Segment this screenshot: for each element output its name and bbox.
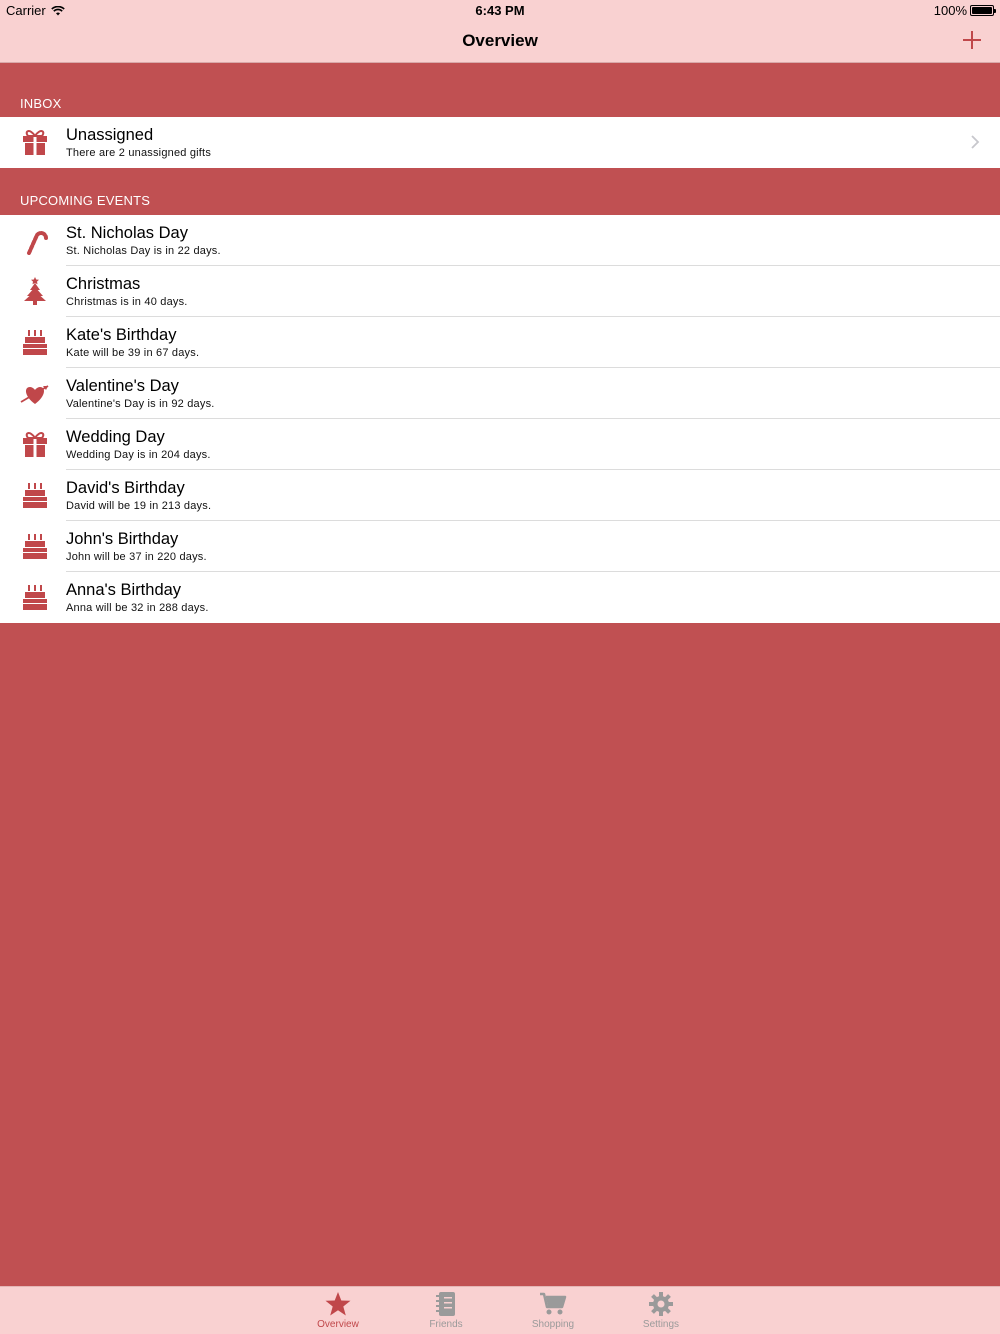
address-book-icon	[436, 1292, 455, 1316]
chevron-right-icon	[971, 135, 980, 149]
status-time: 6:43 PM	[475, 3, 525, 18]
list-item[interactable]: Anna's Birthday Anna will be 32 in 288 d…	[0, 572, 1000, 623]
list-item[interactable]: Wedding Day Wedding Day is in 204 days.	[0, 419, 1000, 470]
row-title: John's Birthday	[66, 530, 179, 548]
row-subtitle: Kate will be 39 in 67 days.	[66, 347, 200, 359]
battery-icon	[970, 5, 996, 16]
row-title: Anna's Birthday	[66, 581, 182, 599]
birthday-cake-icon	[23, 534, 47, 559]
gift-icon	[23, 432, 47, 457]
christmas-tree-icon	[24, 277, 46, 305]
tab-friends[interactable]: Friends	[406, 1291, 486, 1333]
row-title: Unassigned	[66, 126, 154, 144]
row-subtitle: Valentine's Day is in 92 days.	[66, 398, 215, 410]
tab-label: Settings	[642, 1319, 680, 1330]
list-item[interactable]: John's Birthday John will be 37 in 220 d…	[0, 521, 1000, 572]
list-item[interactable]: Unassigned There are 2 unassigned gifts	[0, 117, 1000, 168]
birthday-cake-icon	[23, 330, 47, 355]
plus-icon[interactable]	[960, 28, 984, 52]
row-subtitle: Christmas is in 40 days.	[66, 296, 188, 308]
row-title: David's Birthday	[66, 479, 185, 497]
row-subtitle: There are 2 unassigned gifts	[66, 147, 212, 159]
cart-icon	[540, 1292, 567, 1315]
inbox-section-header: INBOX	[20, 96, 62, 111]
row-title: Wedding Day	[66, 428, 165, 446]
tab-overview[interactable]: Overview	[298, 1291, 378, 1333]
star-icon	[325, 1292, 351, 1316]
row-title: Valentine's Day	[66, 377, 179, 395]
gear-icon	[649, 1292, 673, 1316]
upcoming-section-header: UPCOMING EVENTS	[20, 193, 151, 208]
list-item[interactable]: Kate's Birthday Kate will be 39 in 67 da…	[0, 317, 1000, 368]
row-title: Christmas	[66, 275, 141, 293]
battery-percent: 100%	[933, 3, 967, 18]
list-item[interactable]: St. Nicholas Day St. Nicholas Day is in …	[0, 215, 1000, 266]
tab-label: Friends	[429, 1319, 463, 1330]
status-bar: Carrier 6:43 PM 100%	[0, 0, 1000, 20]
list-item[interactable]: Christmas Christmas is in 40 days.	[0, 266, 1000, 317]
row-subtitle: Anna will be 32 in 288 days.	[66, 602, 209, 614]
tab-shopping[interactable]: Shopping	[513, 1291, 593, 1333]
battery-indicator: 100%	[933, 3, 996, 18]
page-title: Overview	[462, 31, 538, 50]
navigation-bar: Overview	[0, 20, 1000, 63]
upcoming-events-list: St. Nicholas Day St. Nicholas Day is in …	[0, 215, 1000, 623]
inbox-list: Unassigned There are 2 unassigned gifts	[0, 117, 1000, 168]
tab-bar: Overview Friends Shopping Settings	[0, 1286, 1000, 1334]
birthday-cake-icon	[23, 585, 47, 610]
row-title: St. Nicholas Day	[66, 224, 188, 242]
row-subtitle: St. Nicholas Day is in 22 days.	[66, 245, 221, 257]
row-title: Kate's Birthday	[66, 326, 177, 344]
tab-label: Shopping	[531, 1319, 575, 1330]
row-subtitle: Wedding Day is in 204 days.	[66, 449, 211, 461]
birthday-cake-icon	[23, 483, 47, 508]
candy-cane-icon	[27, 231, 48, 255]
list-item[interactable]: Valentine's Day Valentine's Day is in 92…	[0, 368, 1000, 419]
list-item[interactable]: David's Birthday David will be 19 in 213…	[0, 470, 1000, 521]
row-subtitle: David will be 19 in 213 days.	[66, 500, 212, 512]
tab-settings[interactable]: Settings	[621, 1291, 701, 1333]
row-subtitle: John will be 37 in 220 days.	[66, 551, 207, 563]
tab-label: Overview	[317, 1319, 359, 1330]
gift-icon	[23, 130, 47, 155]
heart-arrow-icon	[20, 385, 49, 404]
